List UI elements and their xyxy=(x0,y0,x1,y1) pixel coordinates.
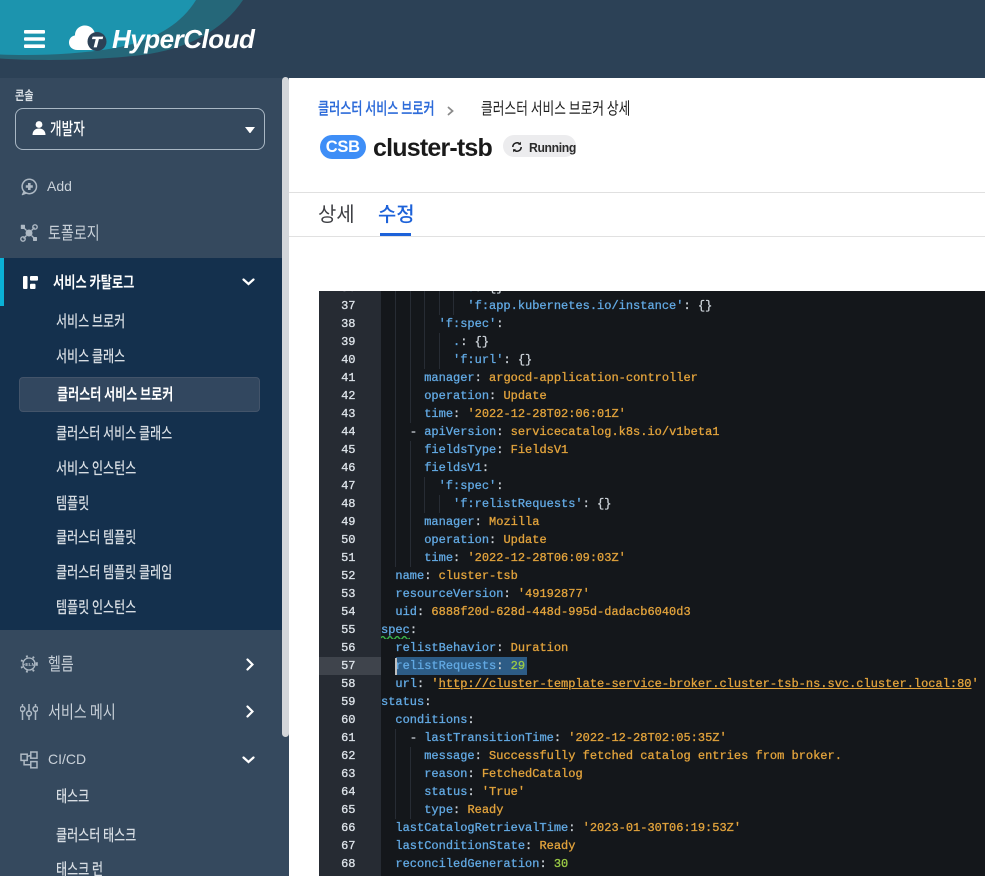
svg-text:HELM: HELM xyxy=(22,662,35,667)
